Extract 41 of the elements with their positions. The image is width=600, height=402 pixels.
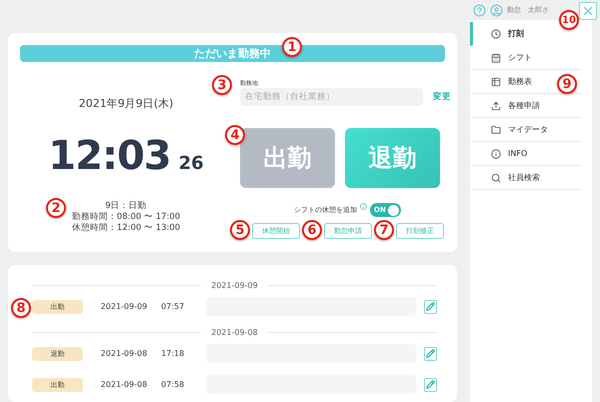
info-icon (491, 148, 501, 158)
current-seconds: 26 (178, 153, 204, 174)
search-icon (491, 172, 501, 182)
entry-date: 2021-09-08 (100, 380, 148, 389)
clock-icon (491, 28, 501, 38)
callout-number: 10 (559, 10, 579, 30)
info-icon (360, 203, 367, 210)
sidebar-item[interactable]: 社員検索 (470, 166, 582, 190)
shift-info-line: 勤務時間：08:00 〜 17:00 (72, 212, 180, 223)
edit-button[interactable] (424, 378, 437, 392)
folder-icon (491, 124, 501, 134)
close-button[interactable] (579, 2, 597, 20)
help-icon[interactable] (473, 4, 486, 16)
entry-time: 17:18 (161, 349, 184, 358)
current-date: 2021年9月9日(木) (78, 96, 174, 111)
workplace-field[interactable]: 在宅勤務（自社業務） (240, 88, 423, 106)
shift-info-line: 休憩時間：12:00 〜 13:00 (72, 223, 180, 234)
calendar-icon (491, 52, 501, 62)
upload-icon (491, 100, 501, 110)
pencil-icon (426, 302, 436, 311)
entry-date: 2021-09-08 (100, 349, 148, 358)
entry-time: 07:58 (161, 380, 184, 389)
sidebar-item[interactable]: 各種申請 (470, 94, 582, 118)
pencil-icon (426, 349, 436, 358)
change-link[interactable]: 変更 (433, 91, 451, 103)
date-separator: 2021-09-09 (211, 280, 258, 290)
entry-date: 2021-09-09 (100, 302, 148, 311)
sidebar-item[interactable]: INFO (470, 142, 582, 166)
clock-out-button[interactable]: 退勤 (345, 128, 440, 188)
date-separator: 2021-09-08 (211, 328, 258, 336)
sidebar-item[interactable]: シフト (470, 46, 582, 70)
user-icon (490, 4, 503, 16)
shift-info-line: 9日：日勤 (105, 201, 147, 212)
current-time: 12:03 (48, 133, 171, 179)
pencil-icon (426, 380, 436, 389)
entry-time: 07:57 (161, 302, 184, 311)
edit-button[interactable] (424, 346, 437, 360)
edit-button[interactable] (424, 300, 437, 314)
table-icon (491, 76, 501, 86)
close-icon (581, 4, 595, 18)
sidebar-item[interactable]: マイデータ (470, 118, 582, 142)
